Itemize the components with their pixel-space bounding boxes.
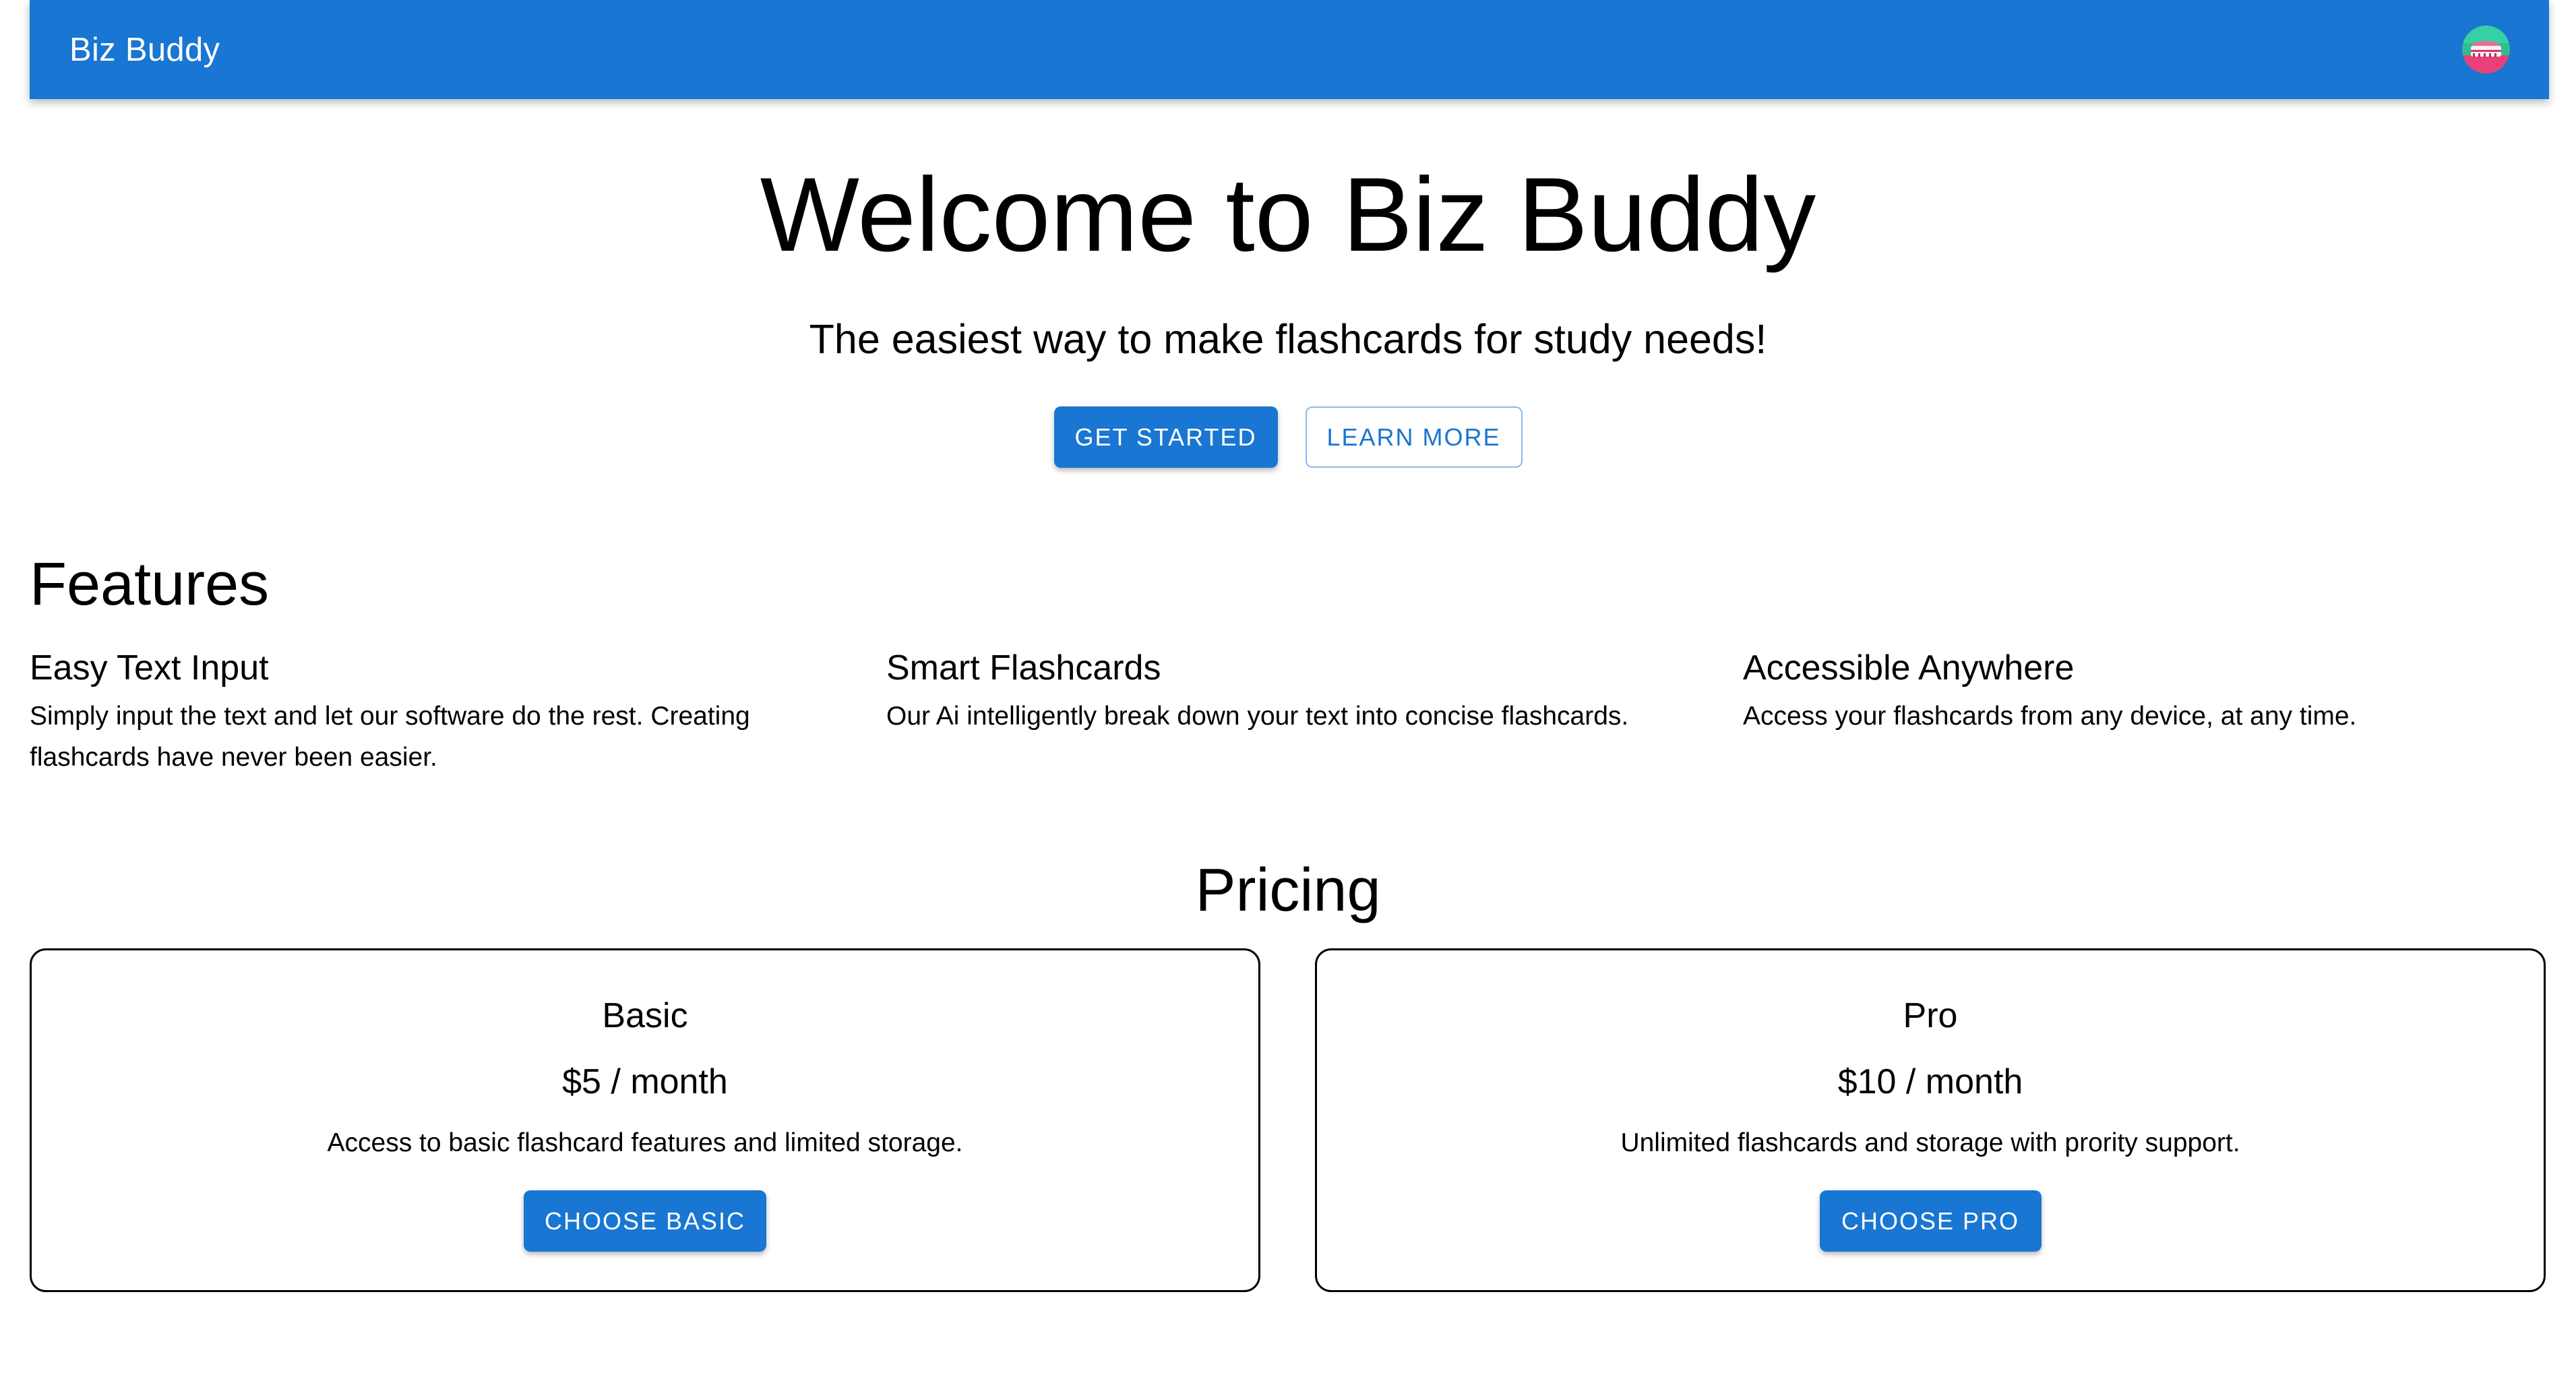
- feature-accessible-anywhere: Accessible Anywhere Access your flashcar…: [1743, 647, 2565, 737]
- plan-name: Basic: [602, 996, 688, 1035]
- choose-basic-button[interactable]: Choose Basic: [524, 1190, 766, 1252]
- hero-title: Welcome to Biz Buddy: [760, 156, 1816, 274]
- plan-name: Pro: [1903, 996, 1958, 1035]
- feature-description: Our Ai intelligently break down your tex…: [886, 702, 1629, 731]
- get-started-button[interactable]: Get Started: [1053, 406, 1278, 468]
- app-title[interactable]: Biz Buddy: [69, 31, 220, 69]
- pricing-heading: Pricing: [1195, 857, 1381, 924]
- choose-pro-button[interactable]: Choose Pro: [1819, 1190, 2042, 1252]
- feature-title: Smart Flashcards: [886, 648, 1161, 688]
- avatar[interactable]: [2462, 26, 2510, 73]
- avatar-image-icon: [2462, 26, 2510, 73]
- plan-description: Access to basic flashcard features and l…: [327, 1128, 963, 1157]
- feature-title: Accessible Anywhere: [1743, 648, 2075, 688]
- hero-actions: Get Started Learn More: [0, 406, 2576, 468]
- plan-action: Choose Basic: [32, 1190, 1258, 1252]
- feature-description: Simply input the text and let our softwa…: [30, 702, 750, 772]
- feature-title: Easy Text Input: [30, 648, 269, 688]
- app-bar: Biz Buddy: [30, 0, 2549, 99]
- feature-smart-flashcards: Smart Flashcards Our Ai intelligently br…: [886, 647, 1709, 737]
- feature-description: Access your flashcards from any device, …: [1743, 702, 2357, 731]
- plan-card-pro: Pro $10 / month Unlimited flashcards and…: [1315, 948, 2546, 1292]
- plan-description: Unlimited flashcards and storage with pr…: [1620, 1128, 2240, 1157]
- learn-more-button[interactable]: Learn More: [1305, 406, 1523, 468]
- feature-easy-text-input: Easy Text Input Simply input the text an…: [30, 647, 852, 778]
- plan-price: $5 / month: [562, 1062, 728, 1101]
- plan-card-basic: Basic $5 / month Access to basic flashca…: [30, 948, 1260, 1292]
- features-heading: Features: [30, 551, 270, 618]
- hero-subtitle: The easiest way to make flashcards for s…: [809, 316, 1767, 362]
- landing-page: Biz Buddy Welcome to Biz Buddy The easie…: [0, 0, 2576, 1373]
- plan-action: Choose Pro: [1317, 1190, 2544, 1252]
- plan-price: $10 / month: [1837, 1062, 2023, 1101]
